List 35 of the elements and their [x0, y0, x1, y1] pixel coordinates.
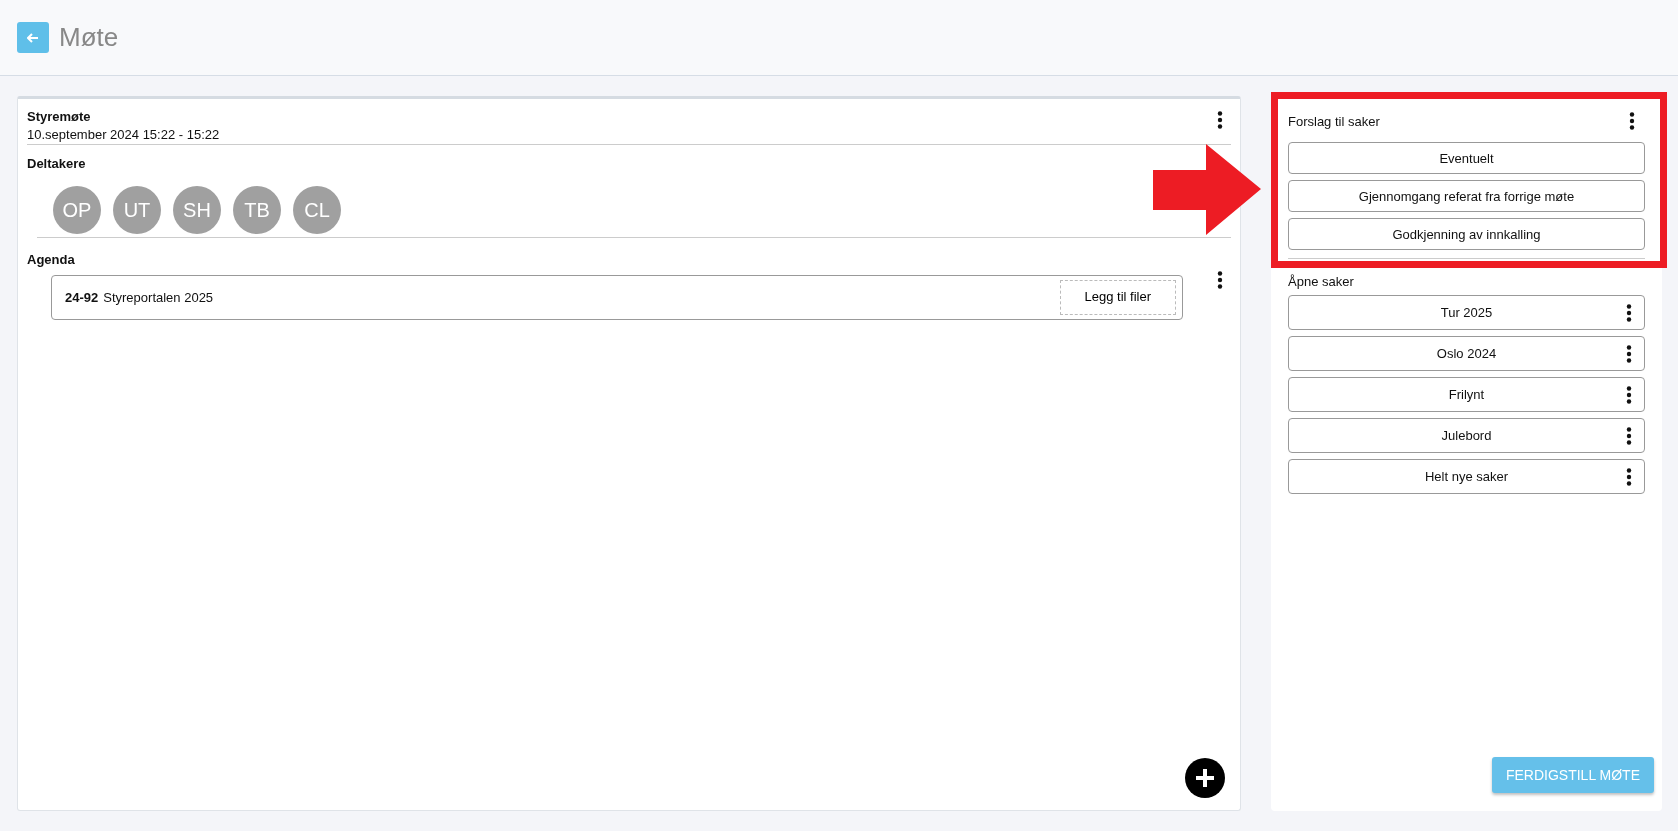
suggestion-item[interactable]: Gjennomgang referat fra forrige møte: [1288, 180, 1645, 212]
panel-heading: Forslag til saker: [1288, 113, 1380, 129]
add-files-button[interactable]: Legg til filer: [1059, 280, 1176, 315]
suggestion-item[interactable]: Eventuelt: [1288, 142, 1645, 174]
agenda-item[interactable]: 24-92 Styreportalen 2025 Legg til filer: [51, 275, 1183, 320]
back-arrow-icon: [27, 32, 39, 43]
plus-icon: [1195, 768, 1215, 788]
meeting-datetime: 10.september 2024 15:22 - 15:22: [27, 127, 220, 142]
suggestion-item[interactable]: Godkjenning av innkalling: [1288, 218, 1645, 250]
participant-avatar: SH: [173, 186, 221, 234]
agenda-title: Styreportalen 2025: [103, 290, 215, 305]
participant-avatar: CL: [293, 186, 341, 234]
more-options-icon[interactable]: [1629, 112, 1635, 130]
more-options-icon[interactable]: [1626, 304, 1632, 322]
case-item[interactable]: Julebord: [1288, 418, 1645, 453]
section-heading: Deltakere: [27, 156, 87, 171]
section-heading: Agenda: [27, 252, 76, 267]
participant-avatar: UT: [113, 186, 161, 234]
page-title: Møte: [59, 22, 119, 53]
add-button[interactable]: [1185, 758, 1225, 798]
more-options-icon[interactable]: [1626, 468, 1632, 486]
case-item[interactable]: Tur 2025: [1288, 295, 1645, 330]
agenda-number: 24-92: [65, 290, 99, 305]
case-item[interactable]: Helt nye saker: [1288, 459, 1645, 494]
meeting-title: Styremøte: [27, 109, 92, 124]
participant-avatar: OP: [53, 186, 101, 234]
participant-avatar: TB: [233, 186, 281, 234]
more-options-icon[interactable]: [1217, 271, 1223, 289]
more-options-icon[interactable]: [1217, 111, 1223, 129]
more-options-icon[interactable]: [1626, 386, 1632, 404]
more-options-icon[interactable]: [1626, 427, 1632, 445]
case-item[interactable]: Oslo 2024: [1288, 336, 1645, 371]
more-options-icon[interactable]: [1626, 345, 1632, 363]
case-item[interactable]: Frilynt: [1288, 377, 1645, 412]
panel-heading: Åpne saker: [1288, 274, 1355, 289]
